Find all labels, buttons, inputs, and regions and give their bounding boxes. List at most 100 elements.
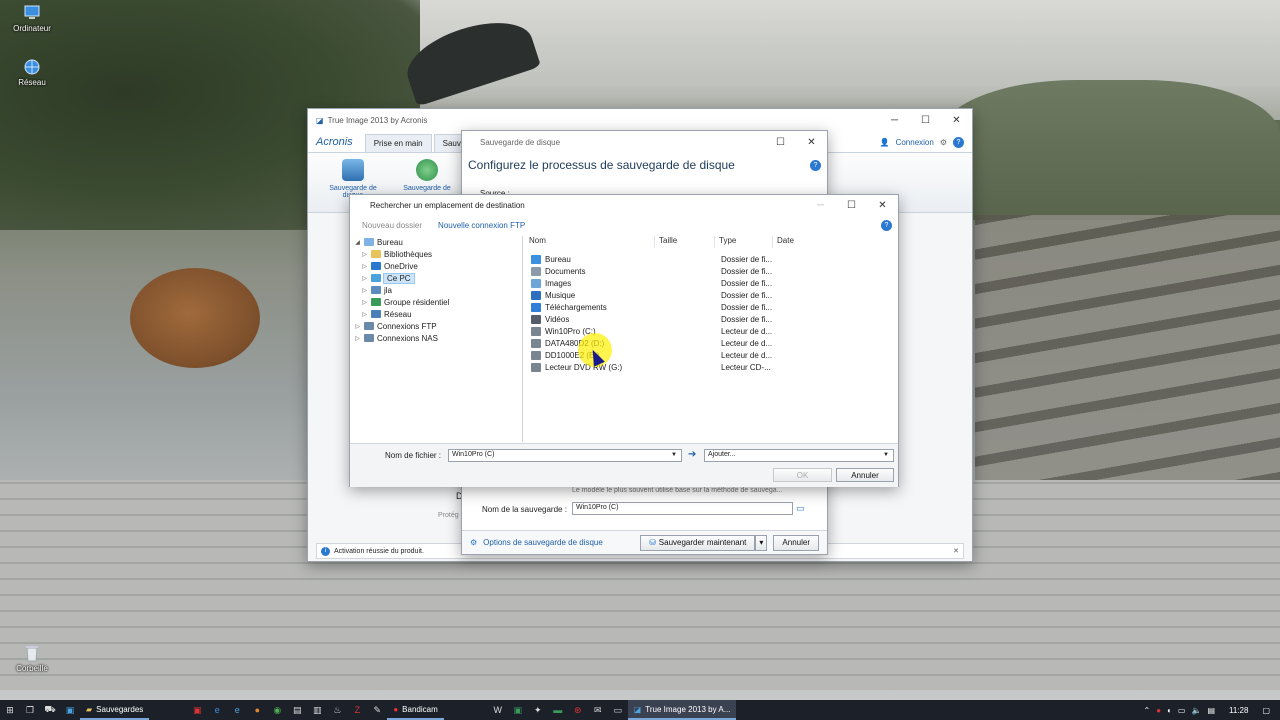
taskbar-app-bandicam[interactable]: ● Bandicam (387, 700, 444, 720)
desktop-icon-corbeille[interactable]: Corbeille (2, 644, 62, 673)
desktop-icon-label: Réseau (18, 78, 46, 87)
help-icon[interactable]: ? (953, 137, 964, 148)
tree-node[interactable]: ▷ Groupe résidentiel (352, 296, 522, 308)
app-icon[interactable]: ✦ (528, 700, 548, 720)
gear-icon[interactable]: ⚙ (940, 138, 947, 147)
task-view-icon[interactable]: ❐ (20, 700, 40, 720)
app-red-icon[interactable]: ▣ (187, 700, 207, 720)
tray-app-icon[interactable]: ● (1156, 706, 1161, 715)
close-button[interactable]: ✕ (941, 109, 972, 131)
tree-node[interactable]: ▷ Connexions NAS (352, 332, 522, 344)
tree-expand-icon[interactable]: ▷ (361, 251, 368, 258)
internet-explorer-icon[interactable]: e (227, 700, 247, 720)
clock[interactable]: 11:28 (1229, 706, 1248, 715)
column-header-type[interactable]: Type (715, 236, 773, 248)
tree-node[interactable]: ▷ Bibliothèques (352, 248, 522, 260)
store-icon[interactable]: ⛟ (40, 700, 60, 720)
desktop-icon-ordinateur[interactable]: Ordinateur (2, 4, 62, 33)
file-list-row[interactable]: Téléchargements Dossier de fi... (525, 301, 898, 313)
new-ftp-connection-button[interactable]: Nouvelle connexion FTP (438, 221, 525, 230)
taskbar-app-true-image[interactable]: ◪ True Image 2013 by A... (627, 700, 737, 720)
close-button[interactable]: ✕ (796, 131, 827, 153)
pc-icon[interactable]: ▣ (60, 700, 80, 720)
tree-expand-icon[interactable]: ▷ (354, 323, 361, 330)
comment-icon[interactable]: ▭ (796, 503, 805, 514)
cancel-button[interactable]: Annuler (773, 534, 819, 551)
app-icon[interactable]: ▤ (287, 700, 307, 720)
file-list-row[interactable]: Images Dossier de fi... (525, 277, 898, 289)
word-icon[interactable]: W (488, 700, 508, 720)
app-icon[interactable]: ✎ (367, 700, 387, 720)
app-icon[interactable]: ✉ (588, 700, 608, 720)
help-icon[interactable]: ? (810, 159, 821, 171)
add-location-select[interactable]: Ajouter... ▼ (704, 449, 894, 462)
app-icon[interactable]: ▭ (608, 700, 628, 720)
filename-input[interactable]: Win10Pro (C) ▼ (448, 449, 682, 462)
tree-expand-icon[interactable]: ▷ (361, 275, 368, 282)
maximize-button[interactable]: ☐ (910, 109, 941, 131)
file-list-row[interactable]: Documents Dossier de fi... (525, 265, 898, 277)
tree-expand-icon[interactable]: ◢ (354, 239, 361, 246)
save-now-button[interactable]: ⛁ Sauvegarder maintenant (640, 534, 756, 551)
minimize-button[interactable]: ─ (805, 195, 836, 215)
tree-node[interactable]: ▷ Réseau (352, 308, 522, 320)
help-icon[interactable]: ? (881, 219, 892, 231)
file-list-row[interactable]: Vidéos Dossier de fi... (525, 313, 898, 325)
dropdown-arrow-icon[interactable]: ▼ (883, 452, 889, 458)
edge-icon[interactable]: e (207, 700, 227, 720)
file-list-row[interactable]: Musique Dossier de fi... (525, 289, 898, 301)
volume-icon[interactable]: 🔈 (1191, 706, 1201, 715)
chevron-up-icon[interactable]: ⌃ (1144, 706, 1151, 715)
minimize-button[interactable]: ─ (879, 109, 910, 131)
chrome-icon[interactable]: ◉ (267, 700, 287, 720)
tree-node[interactable]: ▷ OneDrive (352, 260, 522, 272)
status-close-icon[interactable]: ✕ (953, 547, 959, 555)
cancel-button[interactable]: Annuler (836, 468, 894, 482)
tray-app-icon[interactable]: ◐ (1167, 706, 1172, 715)
save-now-dropdown[interactable]: ▾ (755, 534, 768, 551)
tab-prise-en-main[interactable]: Prise en main (364, 134, 432, 152)
tree-expand-icon[interactable]: ▷ (361, 299, 368, 306)
tree-expand-icon[interactable]: ▷ (361, 287, 368, 294)
column-header-nom[interactable]: Nom (525, 236, 655, 248)
ok-button[interactable]: OK (773, 468, 832, 482)
backup-name-input[interactable]: Win10Pro (C) (572, 502, 793, 515)
backup-options-link[interactable]: Options de sauvegarde de disque (483, 538, 603, 547)
tree-expand-icon[interactable]: ▷ (354, 335, 361, 342)
desktop-icon-reseau[interactable]: Réseau (2, 58, 62, 87)
new-folder-button[interactable]: Nouveau dossier (362, 221, 422, 230)
maximize-button[interactable]: ☐ (765, 131, 796, 153)
status-text: Activation réussie du produit. (334, 547, 424, 555)
file-list-row[interactable]: Win10Pro (C:) Lecteur de d... (525, 325, 898, 337)
tree-expand-icon[interactable]: ▷ (361, 311, 368, 318)
tree-node[interactable]: ◢ Bureau (352, 236, 522, 248)
notifications-icon[interactable]: ▢ (1262, 706, 1270, 715)
close-button[interactable]: ✕ (867, 195, 898, 215)
start-windows-icon[interactable]: ⊞ (0, 700, 20, 720)
app-icon[interactable]: ⊛ (568, 700, 588, 720)
item-type: Dossier de fi... (721, 314, 773, 324)
taskbar-app-sauvegardes[interactable]: ▰ Sauvegardes (80, 700, 150, 720)
tree-node[interactable]: ▷ Ce PC (352, 272, 522, 284)
tree-node[interactable]: ▷ Connexions FTP (352, 320, 522, 332)
tree-expand-icon[interactable]: ▷ (361, 263, 368, 270)
app-icon[interactable]: ▬ (548, 700, 568, 720)
network-icon[interactable]: ▭ (1178, 706, 1186, 715)
firefox-icon[interactable]: ● (247, 700, 267, 720)
app-icon[interactable]: ♨ (327, 700, 347, 720)
connexion-link[interactable]: Connexion (896, 138, 934, 147)
file-list-row[interactable]: Lecteur DVD RW (G:) Lecteur CD-... (525, 361, 898, 373)
app-green-icon[interactable]: ▣ (508, 700, 528, 720)
file-list-row[interactable]: Bureau Dossier de fi... (525, 253, 898, 265)
maximize-button[interactable]: ☐ (836, 195, 867, 215)
column-header-taille[interactable]: Taille (655, 236, 715, 248)
filezilla-icon[interactable]: Z (347, 700, 367, 720)
arrow-right-icon[interactable]: ➔ (688, 449, 696, 460)
acronis-icon: ◪ (633, 704, 642, 714)
item-type: Lecteur CD-... (721, 362, 771, 372)
dropdown-arrow-icon[interactable]: ▼ (671, 452, 677, 458)
app-icon[interactable]: ▥ (307, 700, 327, 720)
column-header-date[interactable]: Date (773, 236, 893, 248)
tree-node[interactable]: ▷ jla (352, 284, 522, 296)
language-icon[interactable]: ▤ (1207, 706, 1215, 715)
